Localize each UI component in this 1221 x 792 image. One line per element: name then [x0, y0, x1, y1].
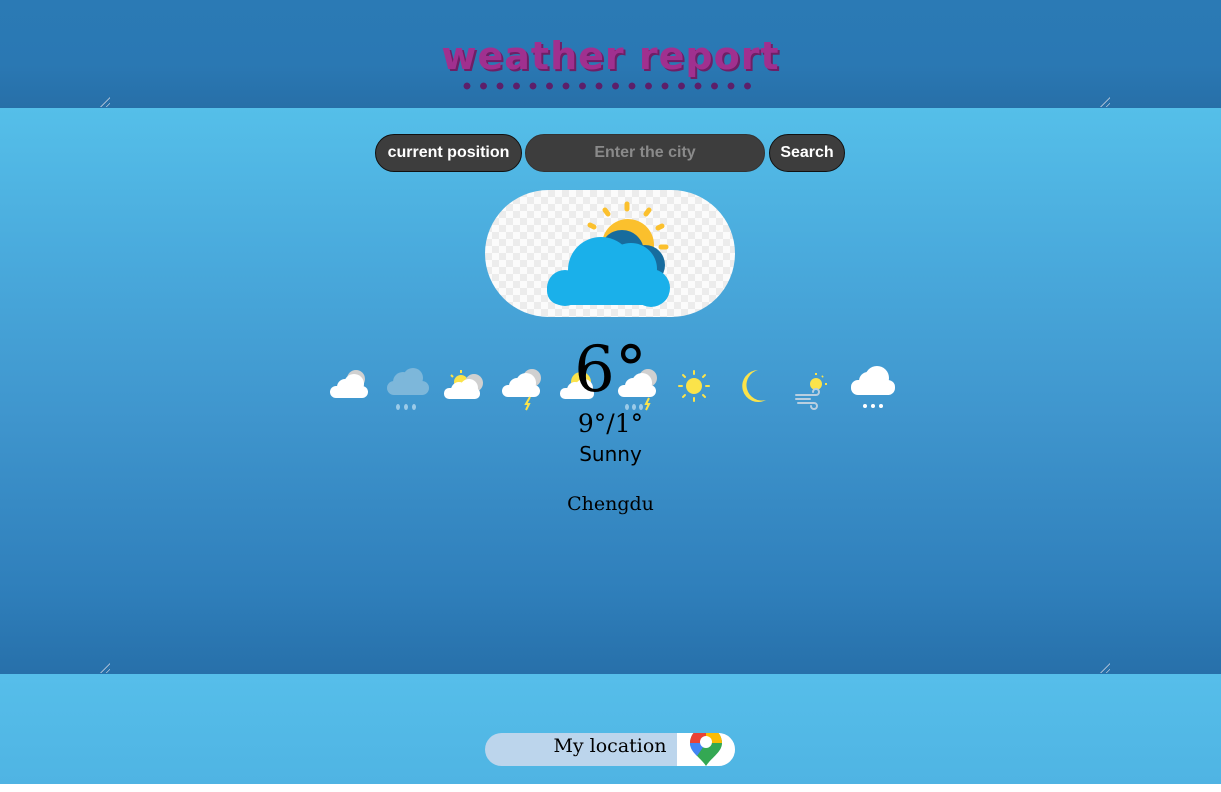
city-search-input[interactable] — [525, 134, 765, 172]
current-position-button[interactable]: current position — [375, 134, 522, 172]
weather-condition: Sunny — [579, 442, 642, 466]
map-pin-icon[interactable] — [677, 733, 735, 766]
resize-handle[interactable] — [100, 663, 110, 673]
search-button[interactable]: Search — [769, 134, 845, 172]
title-dot-underline — [463, 82, 759, 90]
my-location-button[interactable]: My location — [485, 733, 735, 766]
resize-handle[interactable] — [1100, 97, 1110, 107]
current-weather-icon-frame — [485, 190, 735, 317]
footer-bar — [0, 674, 1221, 784]
sun-behind-cloud-icon — [547, 201, 670, 307]
app-title: weather report — [441, 34, 780, 78]
temperature-range: 9°/1° — [577, 409, 644, 438]
resize-handle[interactable] — [1100, 663, 1110, 673]
header-bar: weather report — [0, 0, 1221, 108]
current-temperature: 6° — [574, 333, 647, 407]
resize-handle[interactable] — [100, 97, 110, 107]
city-name: Chengdu — [567, 493, 654, 515]
